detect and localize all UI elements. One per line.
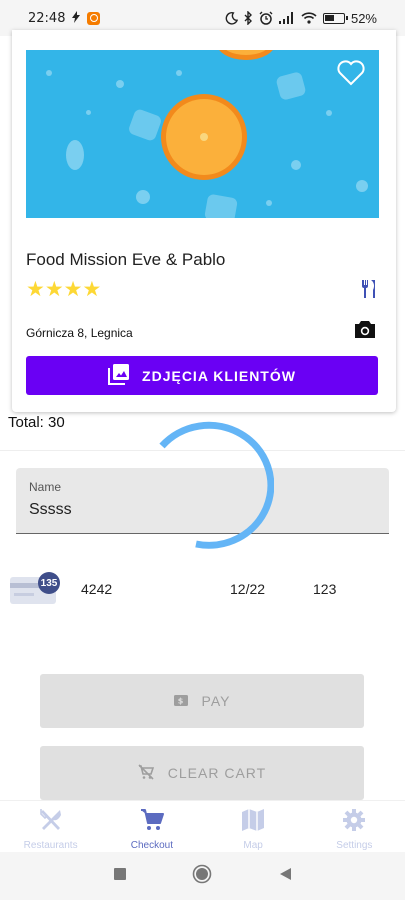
customer-photos-label: ZDJĘCIA KLIENTÓW xyxy=(142,367,296,384)
restaurant-name: Food Mission Eve & Pablo xyxy=(26,250,226,269)
money-icon: $ xyxy=(173,693,188,709)
restaurant-card[interactable]: Food Mission Eve & Pablo ★★★★ Górnicza 8… xyxy=(12,30,396,412)
battery-icon xyxy=(322,12,348,24)
photo-library-icon xyxy=(108,363,130,388)
gear-icon xyxy=(341,807,367,836)
nav-item-restaurants[interactable]: Restaurants xyxy=(0,801,101,852)
battery-percent: 52% xyxy=(350,10,377,26)
alarm-icon xyxy=(259,11,273,25)
restaurant-address: Górnicza 8, Legnica xyxy=(26,326,133,340)
camera-icon[interactable] xyxy=(354,320,376,344)
card-number: 4242 xyxy=(81,581,113,597)
restaurant-photo xyxy=(26,50,379,218)
recent-apps-icon[interactable] xyxy=(113,867,127,886)
cutlery-icon xyxy=(360,280,376,303)
cutlery-cross-icon xyxy=(38,807,64,836)
signal-icon xyxy=(278,12,295,24)
clear-cart-button[interactable]: CLEAR CART xyxy=(40,746,364,800)
status-time: 22:48 xyxy=(28,10,66,26)
nav-label-restaurants: Restaurants xyxy=(23,840,78,851)
card-count-badge: 135 xyxy=(38,572,60,594)
card-expiry: 12/22 xyxy=(230,581,266,597)
nav-label-map: Map xyxy=(243,840,263,851)
nav-item-settings[interactable]: Settings xyxy=(304,801,405,852)
customer-photos-button[interactable]: ZDJĘCIA KLIENTÓW xyxy=(26,356,378,395)
map-icon xyxy=(240,807,266,836)
remove-cart-icon xyxy=(138,763,154,783)
moon-icon xyxy=(225,11,238,25)
back-icon[interactable] xyxy=(278,867,292,886)
bluetooth-icon xyxy=(244,11,253,25)
card-cvc: 123 xyxy=(313,581,337,597)
clear-cart-label: CLEAR CART xyxy=(167,765,267,781)
nav-item-checkout[interactable]: Checkout xyxy=(101,801,202,852)
bolt-icon xyxy=(72,10,81,26)
system-navigation-bar xyxy=(0,852,405,900)
order-total: Total: 30 xyxy=(8,414,65,431)
nav-label-checkout: Checkout xyxy=(130,840,173,851)
wifi-icon xyxy=(301,12,317,24)
nav-item-map[interactable]: Map xyxy=(203,801,304,852)
pay-label: PAY xyxy=(201,693,231,709)
saved-card-row[interactable]: 135 4242 12/22 123 xyxy=(0,570,405,610)
pay-button[interactable]: $ PAY xyxy=(40,674,364,728)
name-field-label: Name xyxy=(29,480,62,494)
bottom-navigation: Restaurants Checkout Map Settings xyxy=(0,800,405,852)
name-input[interactable] xyxy=(29,501,369,519)
home-icon[interactable] xyxy=(192,864,212,889)
svg-text:$: $ xyxy=(177,697,184,706)
rating-stars: ★★★★ xyxy=(26,278,102,301)
divider xyxy=(0,450,405,451)
favorite-heart-icon[interactable] xyxy=(337,60,365,86)
app-notification-icon xyxy=(87,11,101,25)
name-field[interactable]: Name xyxy=(16,468,389,534)
cart-icon xyxy=(139,807,165,836)
nav-label-settings: Settings xyxy=(336,840,373,851)
